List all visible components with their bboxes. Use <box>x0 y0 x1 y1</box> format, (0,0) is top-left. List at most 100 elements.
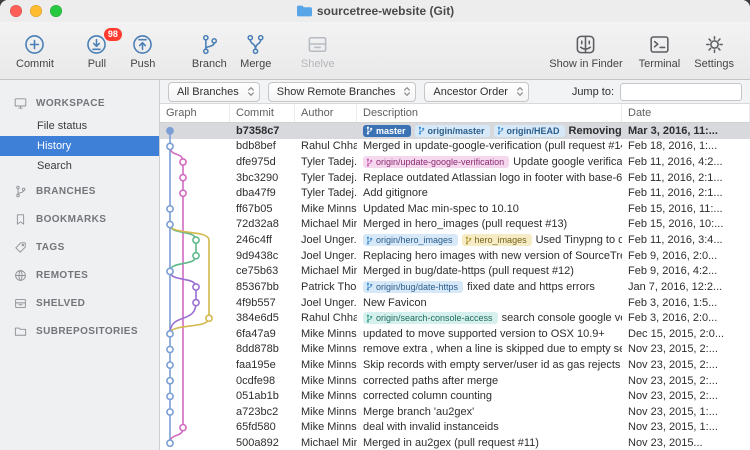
commit-row[interactable]: 500a892Michael Min...Merged in au2gex (p… <box>160 435 750 450</box>
terminal-icon <box>647 31 672 58</box>
commit-row[interactable]: 4f9b557Joel Unger...New FaviconFeb 3, 20… <box>160 295 750 311</box>
commit-row[interactable]: ff67b05Mike Minns...Updated Mac min-spec… <box>160 201 750 217</box>
toolbar-push-button[interactable]: Push <box>126 31 160 70</box>
commit-row[interactable]: 72d32a8Michael Min...Merged in hero_imag… <box>160 217 750 233</box>
sidebar-section-subrepositories[interactable]: SUBREPOSITORIES <box>0 316 159 344</box>
sidebar-section-label: BRANCHES <box>36 186 96 197</box>
branch-badge[interactable]: master <box>363 125 411 137</box>
branch-badge[interactable]: hero_images <box>462 234 532 246</box>
commit-description: masterorigin/masterorigin/HEADRemoving o… <box>357 123 622 139</box>
toolbar-pull-button[interactable]: Pull98 <box>80 31 114 70</box>
commit-author: Rahul Chhab... <box>295 139 357 155</box>
branch-badge[interactable]: origin/master <box>415 125 490 137</box>
graph-cell <box>160 295 230 311</box>
commit-date: Feb 11, 2016, 2:1... <box>622 185 750 201</box>
commit-row[interactable]: bdb8befRahul Chhab...Merged in update-go… <box>160 139 750 155</box>
commit-date: Dec 15, 2015, 2:0... <box>622 326 750 342</box>
sidebar-section-tags[interactable]: TAGS <box>0 232 159 260</box>
commit-date: Nov 23, 2015, 2:... <box>622 373 750 389</box>
window-title-text: sourcetree-website (Git) <box>317 4 454 18</box>
commit-row[interactable]: 8dd878bMike Minns... remove extra , when … <box>160 342 750 358</box>
sidebar-section-bookmarks[interactable]: BOOKMARKS <box>0 204 159 232</box>
sidebar-item-history[interactable]: History <box>0 136 159 156</box>
commit-hash: dba47f9 <box>230 185 295 201</box>
branch-badge[interactable]: origin/hero_images <box>363 234 458 246</box>
toolbar-button-label: Branch <box>192 58 227 70</box>
commit-author: Mike Minns... <box>295 388 357 404</box>
sidebar-section-workspace[interactable]: WORKSPACE <box>0 88 159 116</box>
column-header-date[interactable]: Date <box>622 104 750 122</box>
commit-hash: 8dd878b <box>230 342 295 358</box>
commit-row[interactable]: 6fa47a9Mike Minns...updated to move supp… <box>160 326 750 342</box>
commit-row[interactable]: ce75b63Michael Min...Merged in bug/date-… <box>160 263 750 279</box>
jump-to-group: Jump to: <box>572 83 742 101</box>
commit-author: Tyler Tadej... <box>295 170 357 186</box>
dropdown-selected-value: All Branches <box>177 86 239 98</box>
commit-row[interactable]: 85367bbPatrick Tho...origin/bug/date-htt… <box>160 279 750 295</box>
commit-row[interactable]: 0cdfe98Mike Minns...corrected paths afte… <box>160 373 750 389</box>
commit-row[interactable]: dba47f9Tyler Tadej...Add gitignoreFeb 11… <box>160 185 750 201</box>
graph-cell <box>160 123 230 139</box>
minimize-window-button[interactable] <box>30 5 42 17</box>
filter-bar: All Branches Show Remote Branches Ancestor… <box>160 80 750 104</box>
commit-row[interactable]: 246c4ffJoel Unger...origin/hero_imageshe… <box>160 232 750 248</box>
commit-hash: faa195e <box>230 357 295 373</box>
toolbar: CommitPull98PushBranchMergeShelveShow in… <box>0 22 750 80</box>
toolbar-commit-button[interactable]: Commit <box>16 31 54 70</box>
commit-message: remove extra , when a line is skipped du… <box>363 343 622 355</box>
graph-cell <box>160 217 230 233</box>
commit-message: New Favicon <box>363 297 427 309</box>
commit-message: Merged in update-google-verification (pu… <box>363 140 622 152</box>
branch-badge-label: hero_images <box>475 235 527 245</box>
column-header-author[interactable]: Author <box>295 104 357 122</box>
toolbar-shelve-button[interactable]: Shelve <box>301 31 335 70</box>
commit-author: Mike Minns... <box>295 342 357 358</box>
toolbar-finder-button[interactable]: Show in Finder <box>549 31 622 70</box>
commit-message: corrected column counting <box>363 390 492 402</box>
commit-description: Replacing hero images with new version o… <box>357 248 622 264</box>
toolbar-settings-button[interactable]: Settings <box>694 31 734 70</box>
toolbar-terminal-button[interactable]: Terminal <box>639 31 681 70</box>
zoom-window-button[interactable] <box>50 5 62 17</box>
commit-row[interactable]: 384e6d5Rahul Chhab...origin/search-conso… <box>160 310 750 326</box>
column-header-description[interactable]: Description <box>357 104 622 122</box>
commit-author: Mike Minns... <box>295 201 357 217</box>
remote-branches-dropdown[interactable]: Show Remote Branches <box>268 82 417 102</box>
column-header-graph[interactable]: Graph <box>160 104 230 122</box>
branch-filter-dropdown[interactable]: All Branches <box>168 82 260 102</box>
sidebar-section-branches[interactable]: BRANCHES <box>0 176 159 204</box>
column-header-label: Graph <box>166 107 197 119</box>
commit-row[interactable]: 9d9438cJoel Unger...Replacing hero image… <box>160 248 750 264</box>
branch-badge-label: origin/update-google-verification <box>376 157 504 167</box>
sidebar-item-label: File status <box>37 120 87 132</box>
commit-row[interactable]: dfe975dTyler Tadej...origin/update-googl… <box>160 154 750 170</box>
commit-row[interactable]: b7358c7masterorigin/masterorigin/HEADRem… <box>160 123 750 139</box>
commit-row[interactable]: 65fd580Mike Minns...deal with invalid in… <box>160 420 750 436</box>
sidebar-item-file-status[interactable]: File status <box>0 116 159 136</box>
commit-row[interactable]: 051ab1bMike Minns...corrected column cou… <box>160 388 750 404</box>
sidebar-item-search[interactable]: Search <box>0 156 159 176</box>
column-header-commit[interactable]: Commit <box>230 104 295 122</box>
commit-row[interactable]: 3bc3290Tyler Tadej...Replace outdated At… <box>160 170 750 186</box>
sidebar-section-remotes[interactable]: REMOTES <box>0 260 159 288</box>
toolbar-branch-button[interactable]: Branch <box>192 31 227 70</box>
toolbar-merge-button[interactable]: Merge <box>239 31 273 70</box>
commit-hash: a723bc2 <box>230 404 295 420</box>
graph-cell <box>160 232 230 248</box>
commit-row[interactable]: faa195eMike Minns...Skip records with em… <box>160 357 750 373</box>
commit-date: Feb 11, 2016, 3:4... <box>622 232 750 248</box>
column-header-label: Description <box>363 107 418 119</box>
commit-order-dropdown[interactable]: Ancestor Order <box>424 82 529 102</box>
graph-cell <box>160 310 230 326</box>
branch-badge[interactable]: origin/HEAD <box>494 125 565 137</box>
commit-icon <box>22 31 47 58</box>
commit-row[interactable]: a723bc2Mike Minns...Merge branch 'au2gex… <box>160 404 750 420</box>
pull-count-badge: 98 <box>104 28 122 41</box>
branch-badge[interactable]: origin/bug/date-https <box>363 281 463 293</box>
toolbar-button-label: Pull <box>88 58 106 70</box>
close-window-button[interactable] <box>10 5 22 17</box>
branch-badge[interactable]: origin/search-console-access <box>363 312 498 324</box>
sidebar-section-shelved[interactable]: SHELVED <box>0 288 159 316</box>
branch-badge[interactable]: origin/update-google-verification <box>363 156 509 168</box>
jump-to-input[interactable] <box>620 83 742 101</box>
